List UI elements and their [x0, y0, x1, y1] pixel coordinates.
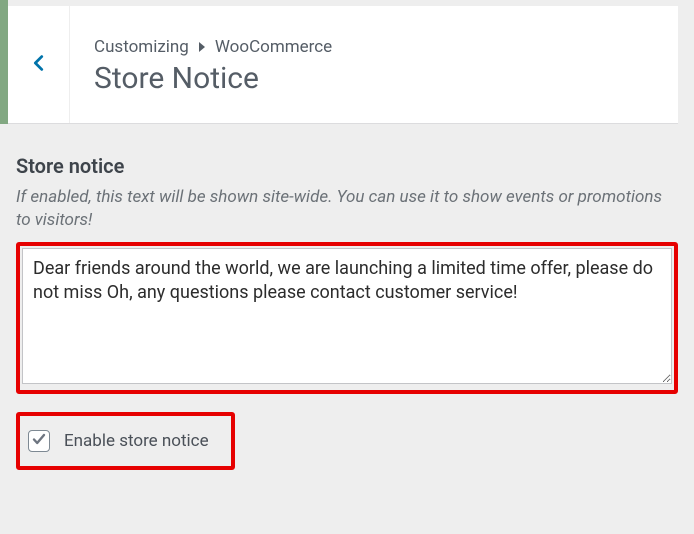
breadcrumb: Customizing WooCommerce [94, 37, 332, 57]
breadcrumb-parent: WooCommerce [215, 37, 332, 57]
panel-header: Customizing WooCommerce Store Notice [8, 6, 678, 124]
enable-checkbox[interactable] [28, 430, 50, 452]
store-notice-highlight [16, 242, 678, 394]
back-button[interactable] [8, 6, 70, 123]
accent-strip [0, 0, 8, 124]
caret-right-icon [197, 42, 207, 52]
section-description: If enabled, this text will be shown site… [16, 186, 678, 232]
chevron-left-icon [28, 52, 50, 78]
content-area: Store notice If enabled, this text will … [16, 154, 678, 470]
check-icon [32, 431, 46, 450]
panel-title: Store Notice [94, 61, 332, 96]
section-title: Store notice [16, 154, 678, 178]
enable-checkbox-label[interactable]: Enable store notice [64, 431, 209, 451]
store-notice-textarea[interactable] [22, 248, 672, 384]
header-text: Customizing WooCommerce Store Notice [70, 6, 352, 123]
enable-highlight: Enable store notice [16, 412, 235, 470]
breadcrumb-root: Customizing [94, 37, 189, 57]
